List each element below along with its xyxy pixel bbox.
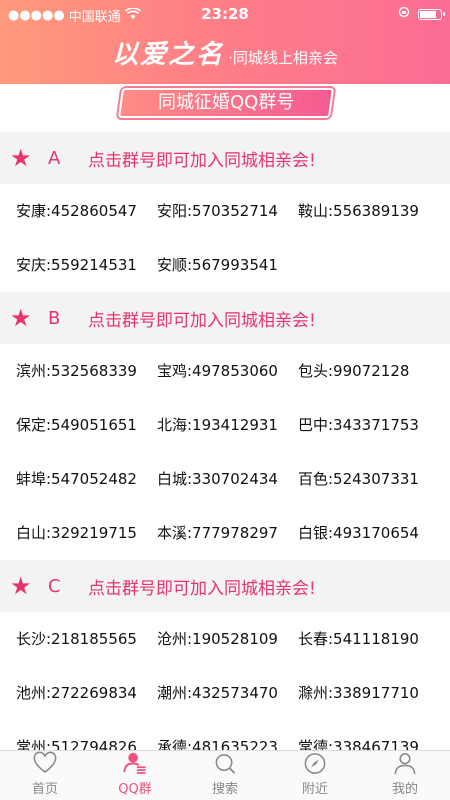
section-hint: 点击群号即可加入同城相亲会!: [88, 310, 316, 331]
city-group-item[interactable]: 长春:541118190: [298, 612, 448, 666]
section-b: ★ B 点击群号即可加入同城相亲会! 滨州:532568339 宝鸡:49785…: [0, 292, 450, 560]
city-group-item[interactable]: 巴中:343371753: [298, 398, 448, 452]
section-header: ★ B 点击群号即可加入同城相亲会!: [0, 292, 450, 344]
city-grid: 滨州:532568339 宝鸡:497853060 包头:99072128 保定…: [0, 344, 450, 560]
tab-label: 我的: [391, 782, 418, 797]
app-header: ●●●●● 中国联通 23:28 以爱之名 ·同城线上相亲会: [0, 0, 450, 84]
city-group-item[interactable]: 白山:329219715: [16, 506, 157, 560]
star-icon: ★: [10, 572, 32, 600]
brand-title: 以爱之名 ·同城线上相亲会: [0, 34, 450, 71]
city-group-item[interactable]: 蚌埠:547052482: [16, 452, 157, 506]
tab-qq-group[interactable]: QQ群: [90, 751, 180, 800]
tab-label: 附近: [301, 782, 328, 797]
city-group-item[interactable]: 包头:99072128: [298, 344, 448, 398]
city-group-item[interactable]: 本溪:777978297: [157, 506, 298, 560]
banner-area: 同城征婚QQ群号: [0, 84, 450, 132]
page-banner: 同城征婚QQ群号: [117, 88, 335, 118]
banner-text: 同城征婚QQ群号: [157, 92, 295, 113]
tab-home[interactable]: 首页: [0, 751, 90, 800]
search-icon: [215, 754, 236, 774]
city-group-item[interactable]: 安顺:567993541: [157, 238, 298, 292]
brand-logo: 以爱之名: [112, 40, 225, 70]
city-grid: 安康:452860547 安阳:570352714 鞍山:556389139 安…: [0, 184, 450, 292]
city-group-item[interactable]: 白银:493170654: [298, 506, 448, 560]
city-group-item[interactable]: 安康:452860547: [16, 184, 157, 238]
heart-icon: [33, 751, 57, 774]
city-group-item[interactable]: 长沙:218185565: [16, 612, 157, 666]
status-bar: ●●●●● 中国联通 23:28: [0, 0, 450, 28]
section-letter: C: [48, 575, 61, 597]
city-group-item[interactable]: 安庆:559214531: [16, 238, 157, 292]
tab-nearby[interactable]: 附近: [270, 751, 360, 800]
tab-label: QQ群: [118, 782, 152, 797]
city-group-item[interactable]: 北海:193412931: [157, 398, 298, 452]
city-group-item[interactable]: 滁州:338917710: [298, 666, 448, 720]
group-list[interactable]: ★ A 点击群号即可加入同城相亲会! 安康:452860547 安阳:57035…: [0, 132, 450, 750]
city-group-item[interactable]: 宝鸡:497853060: [157, 344, 298, 398]
section-letter: B: [48, 307, 61, 329]
city-group-item[interactable]: 鞍山:556389139: [298, 184, 448, 238]
city-group-item[interactable]: 滨州:532568339: [16, 344, 157, 398]
section-a: ★ A 点击群号即可加入同城相亲会! 安康:452860547 安阳:57035…: [0, 132, 450, 292]
city-group-item[interactable]: 常州:512794826: [16, 720, 157, 750]
tab-search[interactable]: 搜索: [180, 751, 270, 800]
tab-label: 搜索: [211, 782, 238, 797]
city-group-item[interactable]: 池州:272269834: [16, 666, 157, 720]
compass-icon: [304, 753, 326, 774]
qq-group-icon: [123, 752, 146, 774]
city-group-item[interactable]: 沧州:190528109: [157, 612, 298, 666]
section-letter: A: [48, 147, 61, 169]
city-group-item[interactable]: 百色:524307331: [298, 452, 448, 506]
section-c: ★ C 点击群号即可加入同城相亲会! 长沙:218185565 沧州:19052…: [0, 560, 450, 750]
section-header: ★ C 点击群号即可加入同城相亲会!: [0, 560, 450, 612]
city-group-item[interactable]: 潮州:432573470: [157, 666, 298, 720]
user-icon: [394, 753, 416, 775]
star-icon: ★: [10, 144, 32, 172]
city-grid: 长沙:218185565 沧州:190528109 长春:541118190 池…: [0, 612, 450, 750]
tab-mine[interactable]: 我的: [360, 751, 450, 800]
status-time: 23:28: [201, 5, 249, 23]
section-hint: 点击群号即可加入同城相亲会!: [88, 578, 316, 599]
battery-icon: [418, 8, 445, 20]
section-hint: 点击群号即可加入同城相亲会!: [88, 150, 316, 171]
tab-label: 首页: [31, 782, 58, 797]
rotation-lock-icon: [398, 6, 410, 22]
city-group-item[interactable]: 常德:338467139: [298, 720, 448, 750]
brand-subtitle: ·同城线上相亲会: [228, 49, 338, 67]
city-group-item[interactable]: 白城:330702434: [157, 452, 298, 506]
star-icon: ★: [10, 304, 32, 332]
status-right: [398, 6, 445, 22]
city-group-item[interactable]: 保定:549051651: [16, 398, 157, 452]
city-group-item[interactable]: 承德:481635223: [157, 720, 298, 750]
section-header: ★ A 点击群号即可加入同城相亲会!: [0, 132, 450, 184]
city-group-item[interactable]: 安阳:570352714: [157, 184, 298, 238]
tab-bar: 首页 QQ群 搜索 附近 我的: [0, 750, 450, 800]
